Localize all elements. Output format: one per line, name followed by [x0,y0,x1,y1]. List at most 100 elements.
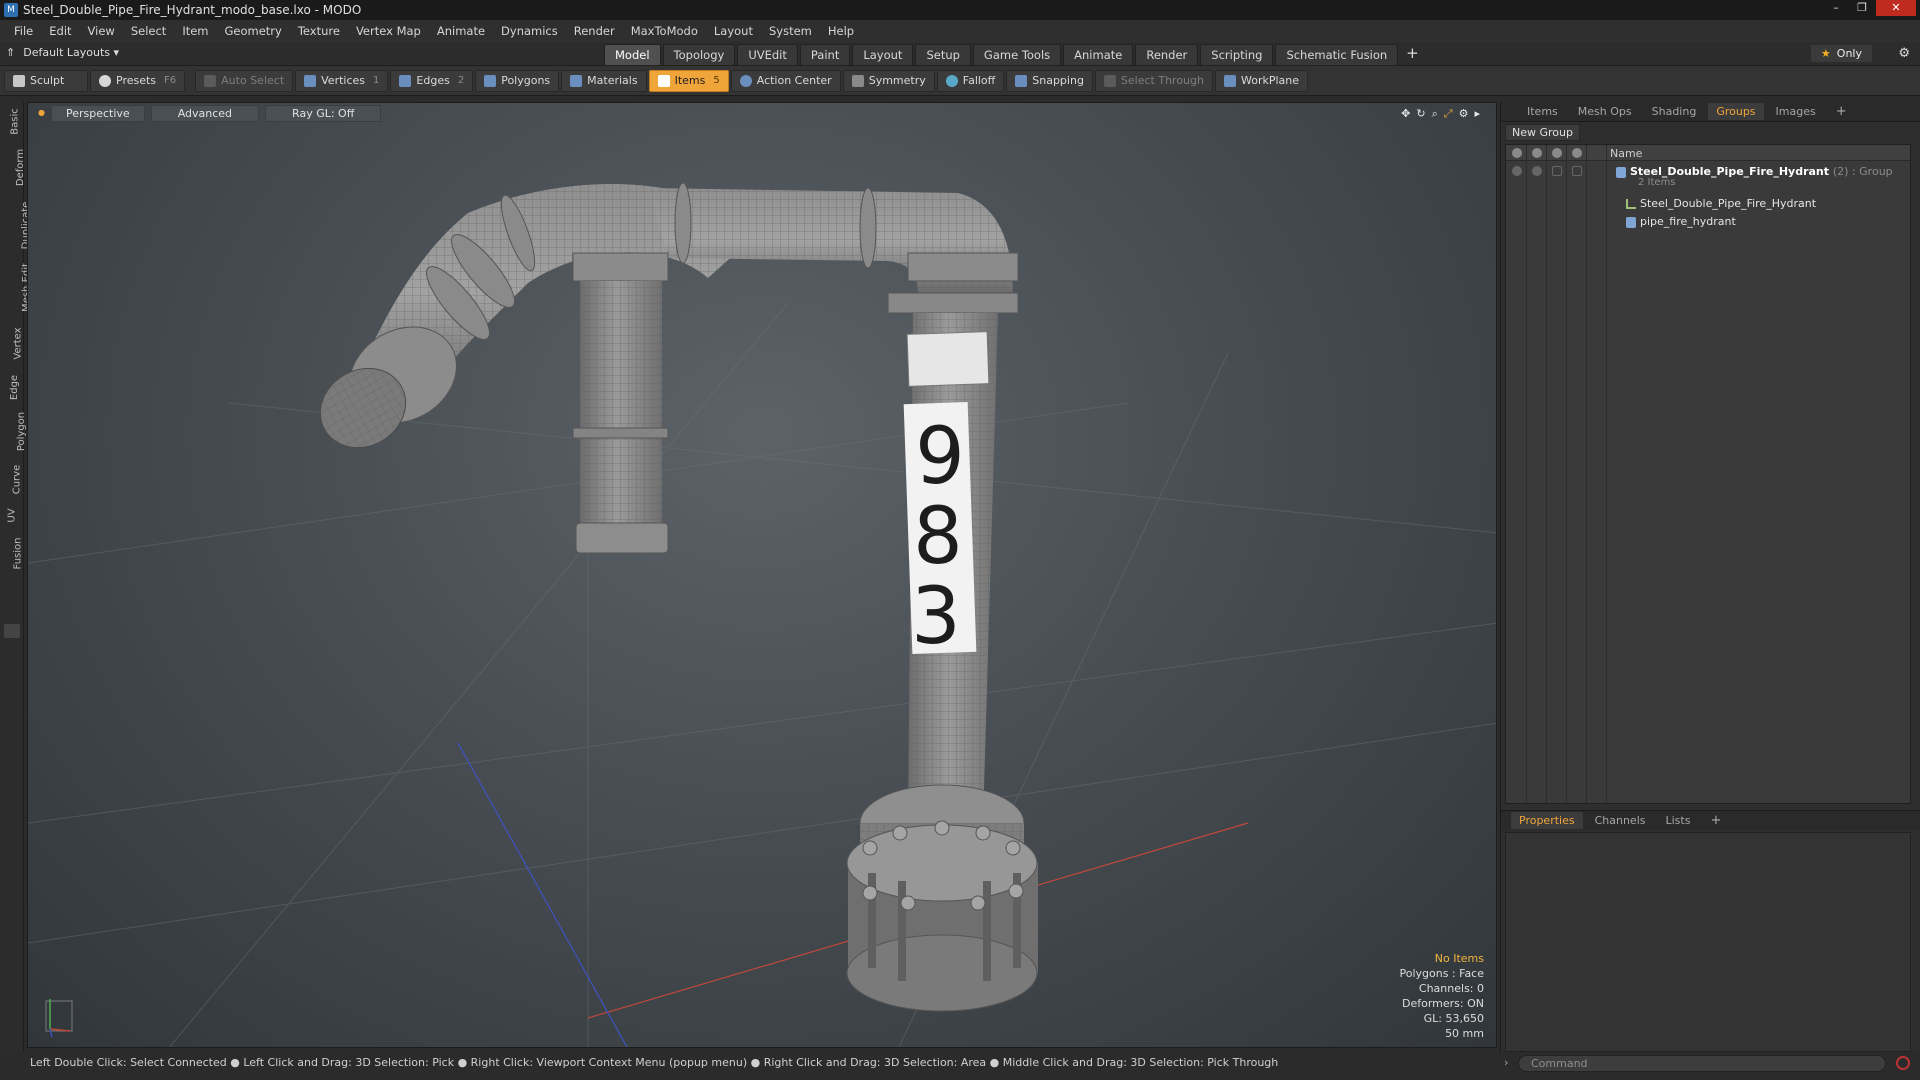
menu-animate[interactable]: Animate [429,24,493,38]
presets-button[interactable]: Presets F6 [90,69,186,92]
visibility-column-icon[interactable] [1512,148,1522,158]
tab-lists[interactable]: Lists [1658,812,1699,829]
menu-dynamics[interactable]: Dynamics [493,24,566,38]
maximize-button[interactable]: ❐ [1850,0,1874,16]
falloff-button[interactable]: Falloff [936,69,1005,92]
select-toggle-icon[interactable] [1572,166,1582,176]
add-layout-tab-button[interactable]: + [1400,44,1425,66]
sculpt-button[interactable]: Sculpt [4,69,88,92]
menu-select[interactable]: Select [123,24,174,38]
menu-maxtomodo[interactable]: MaxToModo [623,24,706,38]
tab-setup[interactable]: Setup [915,44,971,66]
fit-view-icon[interactable]: ⤢ [1444,107,1453,121]
vtab-edge[interactable]: Edge [2,375,22,400]
materials-icon [570,74,583,87]
minimize-button[interactable]: – [1824,0,1848,16]
vertices-button[interactable]: Vertices 1 [295,69,389,92]
vtab-uv[interactable]: UV [2,508,22,522]
render-icon[interactable] [1532,166,1542,176]
perspective-button[interactable]: Perspective [50,105,145,122]
viewport-expand-icon[interactable]: ▸ [1474,107,1480,121]
auto-select-button[interactable]: Auto Select [195,69,294,92]
tab-channels[interactable]: Channels [1587,812,1654,829]
command-input[interactable]: Command [1518,1055,1886,1072]
tab-topology[interactable]: Topology [662,44,736,66]
move-view-icon[interactable]: ✥ [1401,107,1410,121]
menu-vertex-map[interactable]: Vertex Map [348,24,429,38]
tab-render[interactable]: Render [1135,44,1199,66]
presets-label: Presets [116,74,157,87]
menu-edit[interactable]: Edit [41,24,79,38]
add-panel-tab-button[interactable]: + [1828,102,1855,121]
menu-system[interactable]: System [761,24,820,38]
viewport-settings-icon[interactable]: ⚙ [1459,107,1469,121]
tab-schematic-fusion[interactable]: Schematic Fusion [1275,44,1399,66]
menu-render[interactable]: Render [566,24,623,38]
action-center-button[interactable]: Action Center [730,69,841,92]
viewport-menu-icon[interactable]: ● [38,108,45,122]
new-group-button[interactable]: New Group [1505,124,1580,141]
menu-texture[interactable]: Texture [290,24,348,38]
menu-view[interactable]: View [80,24,123,38]
select-through-button[interactable]: Select Through [1094,69,1213,92]
gear-icon[interactable]: ⚙ [1898,46,1910,61]
rotate-view-icon[interactable]: ↻ [1416,107,1425,121]
edges-icon [399,74,412,87]
shading-advanced-button[interactable]: Advanced [150,105,260,122]
group-count: 2 Items [1638,177,1676,188]
presets-shortcut: F6 [164,75,177,86]
tab-paint[interactable]: Paint [799,44,851,66]
window-title: Steel_Double_Pipe_Fire_Hydrant_modo_base… [23,3,362,17]
tab-groups[interactable]: Groups [1708,103,1764,120]
tab-model[interactable]: Model [604,44,661,66]
menu-item[interactable]: Item [174,24,216,38]
add-properties-tab-button[interactable]: + [1702,811,1729,830]
vtab-basic[interactable]: Basic [2,108,22,134]
materials-button[interactable]: Materials [561,69,647,92]
snapping-button[interactable]: Snapping [1006,69,1093,92]
menu-file[interactable]: File [6,24,41,38]
vtab-curve[interactable]: Curve [2,465,22,495]
tab-properties[interactable]: Properties [1511,812,1583,829]
zoom-view-icon[interactable]: ⌕ [1432,107,1438,121]
vtab-polygon[interactable]: Polygon [2,412,27,451]
render-column-icon[interactable] [1532,148,1542,158]
default-layouts-dropdown[interactable]: Default Layouts ▾ [23,46,119,59]
tab-uvedit[interactable]: UVEdit [737,44,798,66]
group-child-row[interactable]: pipe_fire_hydrant [1506,213,1910,231]
close-button[interactable]: ✕ [1876,0,1916,16]
stop-icon[interactable] [1896,1056,1910,1070]
tab-game-tools[interactable]: Game Tools [972,44,1062,66]
vtab-deform[interactable]: Deform [2,149,26,186]
select-column-icon[interactable] [1572,148,1582,158]
eye-icon[interactable] [1512,166,1522,176]
edges-button[interactable]: Edges 2 [390,69,474,92]
polygons-button[interactable]: Polygons [475,69,560,92]
group-child-row[interactable]: Steel_Double_Pipe_Fire_Hydrant [1506,195,1910,213]
tool-palette-button[interactable] [4,624,20,638]
menu-layout[interactable]: Layout [706,24,761,38]
menu-help[interactable]: Help [820,24,862,38]
tab-scripting[interactable]: Scripting [1200,44,1274,66]
tab-images[interactable]: Images [1768,103,1824,120]
tab-mesh-ops[interactable]: Mesh Ops [1570,103,1640,120]
tab-shading[interactable]: Shading [1644,103,1705,120]
tab-animate[interactable]: Animate [1063,44,1134,66]
expand-arrow-icon[interactable]: ⇑ [6,46,15,59]
raygl-button[interactable]: Ray GL: Off [265,105,382,122]
name-column-header[interactable]: Name [1610,147,1642,160]
tab-items[interactable]: Items [1519,103,1566,120]
vtab-duplicate[interactable]: Duplicate [2,202,31,250]
3d-viewport[interactable]: 9 8 3 ● Perspective Advanced Ray GL: Off… [27,102,1497,1048]
menu-geometry[interactable]: Geometry [217,24,290,38]
vtab-vertex[interactable]: Vertex [2,327,24,359]
lock-toggle-icon[interactable] [1552,166,1562,176]
vtab-mesh-edit[interactable]: Mesh Edit [2,263,32,312]
only-toggle[interactable]: ★ Only [1810,45,1872,62]
lock-column-icon[interactable] [1552,148,1562,158]
vtab-fusion[interactable]: Fusion [2,538,24,570]
tab-layout[interactable]: Layout [852,44,914,66]
items-button[interactable]: Items 5 [648,69,729,92]
workplane-button[interactable]: WorkPlane [1214,69,1309,92]
symmetry-button[interactable]: Symmetry [842,69,935,92]
